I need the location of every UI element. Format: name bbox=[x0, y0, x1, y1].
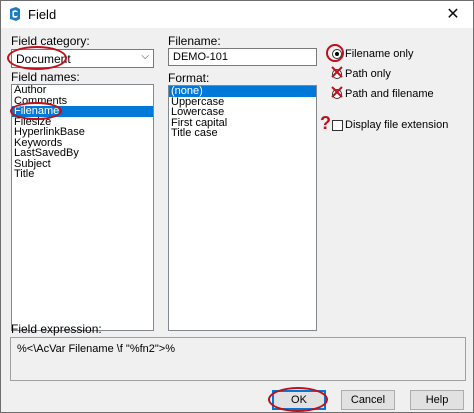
format-list-item[interactable]: Title case bbox=[169, 128, 316, 139]
question-mark-icon: ? bbox=[320, 113, 331, 133]
format-list-item[interactable]: Lowercase bbox=[169, 107, 316, 118]
radio-circle bbox=[332, 89, 342, 99]
field-name-list-item[interactable]: Title bbox=[12, 169, 153, 180]
checkbox-box bbox=[332, 120, 343, 131]
window-title: Field bbox=[28, 7, 57, 22]
field-expression-box: %<\AcVar Filename \f "%fn2">% bbox=[10, 337, 466, 381]
format-list-item[interactable]: (none) bbox=[169, 86, 316, 97]
field-name-list-item[interactable]: HyperlinkBase bbox=[12, 127, 153, 138]
filename-field[interactable]: DEMO-101 bbox=[168, 48, 317, 66]
format-list[interactable]: (none) Uppercase Lowercase First capital Tit… bbox=[168, 85, 317, 331]
close-icon[interactable]: ✕ bbox=[433, 1, 473, 28]
title-bar: Field ✕ bbox=[1, 1, 473, 28]
chevron-down-icon: ⌵ bbox=[141, 51, 149, 62]
radio-filename-only-label: Filename only bbox=[345, 48, 414, 60]
format-label: Format: bbox=[168, 71, 210, 85]
display-extension-label: Display file extension bbox=[345, 119, 449, 131]
field-name-list-item[interactable]: LastSavedBy bbox=[12, 148, 153, 159]
ok-button[interactable]: OK bbox=[272, 390, 326, 410]
field-category-label: Field category: bbox=[11, 34, 90, 48]
field-category-value: Document bbox=[16, 52, 71, 66]
radio-path-only-label: Path only bbox=[345, 68, 391, 80]
cancel-button[interactable]: Cancel bbox=[341, 390, 395, 410]
radio-path-and-filename-label: Path and filename bbox=[345, 88, 434, 100]
filename-value: DEMO-101 bbox=[173, 51, 229, 63]
help-button[interactable]: Help bbox=[410, 390, 464, 410]
field-names-list[interactable]: Author Comments Filename Filesize HyperlinkB… bbox=[11, 84, 154, 331]
radio-circle bbox=[332, 49, 342, 59]
field-category-dropdown[interactable]: Document ⌵ bbox=[11, 49, 154, 68]
filename-label: Filename: bbox=[168, 34, 221, 48]
radio-circle bbox=[332, 69, 342, 79]
field-expression-value: %<\AcVar Filename \f "%fn2">% bbox=[17, 343, 176, 355]
autocad-app-icon bbox=[10, 7, 20, 21]
field-names-label: Field names: bbox=[11, 70, 80, 84]
radio-dot bbox=[335, 52, 339, 56]
field-dialog: Field ✕ Field category: Document ⌵ Field… bbox=[0, 0, 474, 413]
field-name-list-item[interactable]: Filename bbox=[12, 106, 153, 117]
field-name-list-item[interactable]: Author bbox=[12, 85, 153, 96]
field-expression-label: Field expression: bbox=[11, 322, 102, 336]
